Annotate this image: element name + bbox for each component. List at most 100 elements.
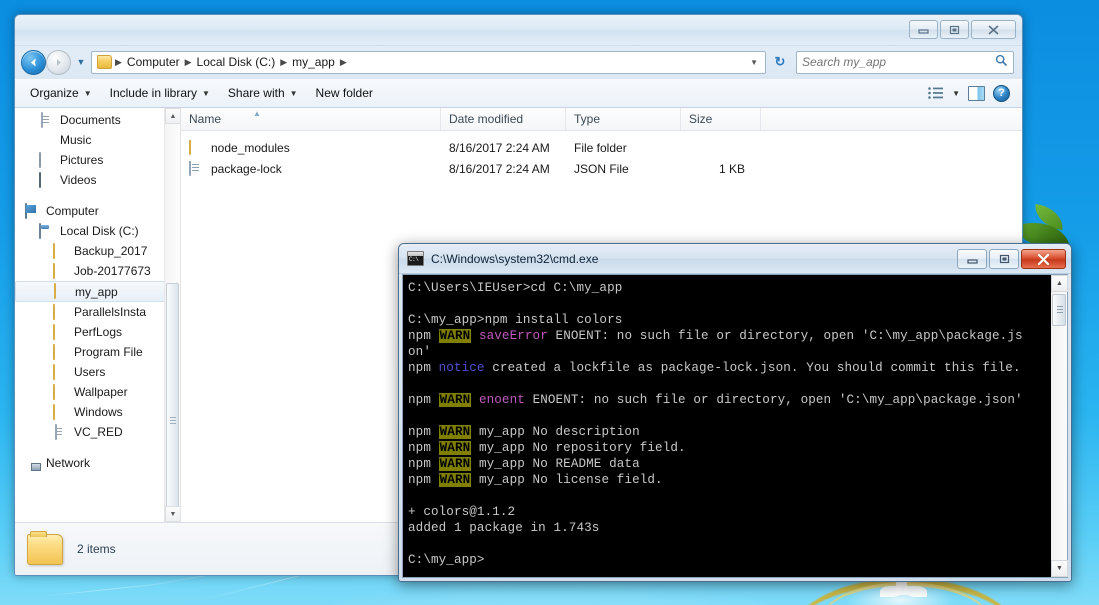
include-in-library-button[interactable]: Include in library ▼ (101, 82, 219, 104)
table-row[interactable]: node_modules 8/16/2017 2:24 AM File fold… (181, 137, 1022, 158)
search-box[interactable] (796, 51, 1014, 74)
help-icon[interactable]: ? (993, 85, 1010, 102)
console-line: added 1 package in 1.743s (408, 520, 1050, 536)
sidebar-item-videos[interactable]: Videos (15, 170, 180, 190)
share-with-button[interactable]: Share with ▼ (219, 82, 307, 104)
sidebar-item-pictures[interactable]: Pictures (15, 150, 180, 170)
scroll-up-icon[interactable]: ▲ (165, 108, 181, 124)
console-text: C:\my_app> (408, 553, 485, 567)
change-view-icon[interactable] (927, 86, 944, 101)
search-icon[interactable] (995, 54, 1008, 70)
scroll-down-icon[interactable]: ▼ (1051, 560, 1068, 577)
column-header-date-modified[interactable]: Date modified (441, 108, 566, 130)
sidebar-item-windows[interactable]: Windows (15, 402, 180, 422)
sidebar-item-vc-red[interactable]: VC_RED (15, 422, 180, 442)
back-arrow-icon[interactable] (21, 50, 46, 75)
table-row[interactable]: package-lock 8/16/2017 2:24 AM JSON File… (181, 158, 1022, 179)
console-line: npm notice created a lockfile as package… (408, 360, 1050, 376)
new-folder-label: New folder (316, 86, 373, 100)
sidebar-item-my-app[interactable]: my_app (15, 281, 174, 302)
column-header-name[interactable]: Name (181, 108, 441, 130)
console-text: ENOENT: no such file or directory, open … (525, 393, 1023, 407)
breadcrumb-item-local-disk[interactable]: Local Disk (C:) (193, 53, 280, 71)
sidebar-item-network[interactable]: Network (15, 453, 180, 473)
breadcrumb[interactable]: ▶ Computer ▶ Local Disk (C:) ▶ my_app ▶ … (91, 51, 766, 74)
sidebar-item-label: Users (74, 365, 105, 379)
sidebar-item-label: ParallelsInsta (74, 305, 146, 319)
cmd-title-text: C:\Windows\system32\cmd.exe (431, 252, 598, 266)
sidebar-item-documents[interactable]: Documents (15, 110, 180, 130)
chevron-down-icon: ▼ (290, 89, 298, 98)
console-text: my_app No README data (471, 457, 639, 471)
preview-pane-icon[interactable] (968, 86, 985, 101)
console-text: WARN (439, 425, 472, 439)
scrollbar-thumb[interactable] (1052, 294, 1066, 326)
folder-icon (27, 534, 63, 565)
breadcrumb-item-my-app[interactable]: my_app (288, 53, 339, 71)
breadcrumb-item-computer[interactable]: Computer (123, 53, 184, 71)
console-line: + colors@1.1.2 (408, 504, 1050, 520)
organize-button[interactable]: Organize ▼ (21, 82, 101, 104)
file-date-modified: 8/16/2017 2:24 AM (441, 141, 566, 155)
explorer-minimize-button[interactable] (909, 20, 938, 39)
file-type: JSON File (566, 162, 681, 176)
network-icon (25, 456, 41, 471)
console-text: saveError (479, 329, 548, 343)
chevron-down-icon: ▼ (202, 89, 210, 98)
sidebar-item-wallpaper[interactable]: Wallpaper (15, 382, 180, 402)
sidebar-item-program-files[interactable]: Program File (15, 342, 180, 362)
document-icon (39, 113, 55, 128)
chevron-down-icon: ▼ (84, 89, 92, 98)
folder-icon (97, 55, 112, 69)
sidebar-item-job-20177673[interactable]: Job-20177673 (15, 261, 180, 281)
refresh-icon[interactable]: ↻ (769, 54, 791, 70)
view-chevron-down-icon[interactable]: ▼ (952, 89, 960, 98)
new-folder-button[interactable]: New folder (307, 82, 382, 104)
column-header-type[interactable]: Type (566, 108, 681, 130)
explorer-close-button[interactable] (971, 20, 1016, 39)
console-line: npm WARN enoent ENOENT: no such file or … (408, 392, 1050, 408)
column-header-size[interactable]: Size (681, 108, 761, 130)
explorer-title-bar (15, 15, 1022, 46)
navigation-pane-scrollbar[interactable]: ▲ ▼ (164, 108, 180, 522)
search-input[interactable] (802, 55, 995, 69)
sidebar-item-music[interactable]: Music (15, 130, 180, 150)
console-line: npm WARN saveError ENOENT: no such file … (408, 328, 1050, 344)
sidebar-item-backup-2017[interactable]: Backup_2017 (15, 241, 180, 261)
sidebar-item-label: Computer (46, 204, 99, 218)
cmd-minimize-button[interactable] (957, 249, 987, 269)
sidebar-item-label: PerfLogs (74, 325, 122, 339)
sidebar-item-local-disk[interactable]: Local Disk (C:) (15, 221, 180, 241)
folder-icon (189, 140, 205, 155)
console-scrollbar[interactable]: ▲ ▼ (1050, 275, 1067, 577)
console-line: C:\Users\IEUser>cd C:\my_app (408, 280, 1050, 296)
sidebar-item-label: Documents (60, 113, 121, 127)
folder-icon (53, 325, 69, 340)
cmd-maximize-button[interactable] (989, 249, 1019, 269)
console-line (408, 408, 1050, 424)
forward-arrow-icon[interactable] (46, 50, 71, 75)
console-text: WARN (439, 329, 472, 343)
sidebar-item-label: my_app (75, 285, 118, 299)
console-text: WARN (439, 473, 472, 487)
sidebar-item-perflogs[interactable]: PerfLogs (15, 322, 180, 342)
console-line: npm WARN my_app No description (408, 424, 1050, 440)
explorer-maximize-button[interactable] (940, 20, 969, 39)
console-output[interactable]: C:\Users\IEUser>cd C:\my_app C:\my_app> n… (403, 275, 1050, 577)
sidebar-item-parallels-install[interactable]: ParallelsInsta (15, 302, 180, 322)
sidebar-item-label: Videos (60, 173, 96, 187)
chevron-down-icon[interactable]: ▼ (74, 57, 88, 67)
cmd-close-button[interactable] (1021, 249, 1066, 269)
address-bar-row: ▼ ▶ Computer ▶ Local Disk (C:) ▶ my_app … (15, 46, 1022, 78)
computer-icon (25, 204, 41, 219)
scroll-up-icon[interactable]: ▲ (1051, 275, 1068, 292)
file-icon (53, 425, 69, 440)
sidebar-item-computer[interactable]: Computer (15, 201, 180, 221)
sidebar-item-users[interactable]: Users (15, 362, 180, 382)
folder-icon (54, 284, 70, 299)
scrollbar-thumb[interactable] (166, 283, 179, 522)
scroll-down-icon[interactable]: ▼ (165, 506, 181, 522)
console-area: C:\Users\IEUser>cd C:\my_app C:\my_app> n… (402, 274, 1068, 578)
breadcrumb-dropdown-icon[interactable]: ▼ (750, 58, 763, 67)
wallpaper-petal (905, 586, 927, 597)
